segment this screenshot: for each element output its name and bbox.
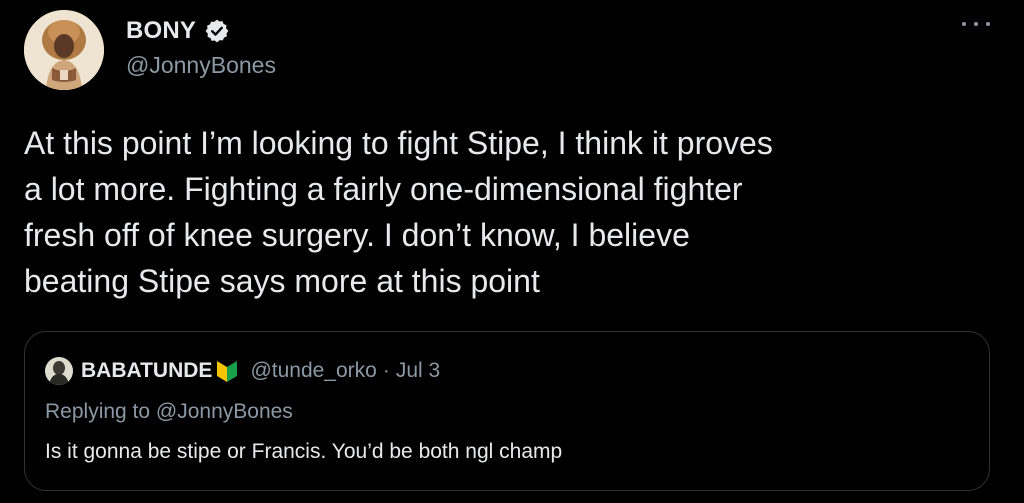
quoted-avatar-image-icon [45, 357, 73, 385]
more-dot [974, 22, 978, 26]
dot-separator: · [382, 359, 390, 382]
author-name-row: BONY [126, 14, 276, 48]
more-options-icon[interactable] [962, 18, 990, 30]
author-display-name[interactable]: BONY [126, 17, 196, 45]
tweet-text: At this point I’m looking to fight Stipe… [24, 125, 773, 299]
lion-costume-avatar-icon [24, 10, 104, 90]
author-handle[interactable]: @JonnyBones [126, 52, 276, 79]
quoted-tweet-text: Is it gonna be stipe or Francis. You’d b… [45, 440, 563, 463]
author-block: BONY @JonnyBones [126, 14, 276, 79]
quoted-display-name[interactable]: BABATUNDE [81, 359, 212, 383]
quoted-handle[interactable]: @tunde_orko [250, 359, 376, 383]
replying-to-line: Replying to @JonnyBones [45, 400, 293, 424]
quoted-author-avatar[interactable] [45, 357, 73, 385]
quoted-tweet-header: BABATUNDE @tunde_orko · Jul 3 [45, 356, 440, 386]
beginner-badge-icon [216, 359, 238, 383]
quoted-tweet[interactable]: BABATUNDE @tunde_orko · Jul 3 Replying t… [24, 331, 990, 491]
verified-badge-icon [204, 18, 230, 44]
author-avatar[interactable] [24, 10, 104, 90]
tweet-card: BONY @JonnyBones At this point I’m looki… [0, 0, 1024, 503]
replying-to-mention[interactable]: @JonnyBones [156, 400, 293, 423]
quoted-date[interactable]: Jul 3 [396, 359, 440, 383]
more-dot [986, 22, 990, 26]
more-dot [962, 22, 966, 26]
replying-to-prefix: Replying to [45, 400, 151, 423]
